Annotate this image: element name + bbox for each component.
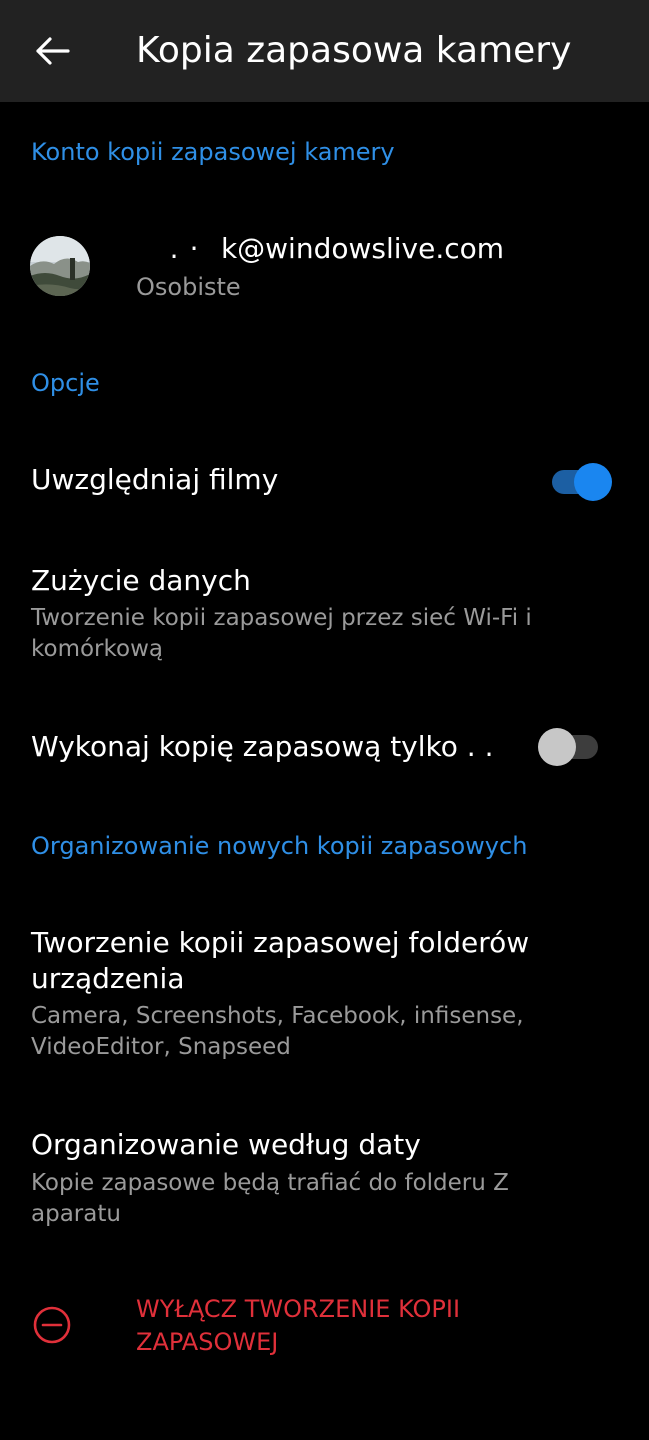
avatar	[30, 236, 90, 296]
section-header-options: Opcje	[31, 369, 100, 397]
account-row[interactable]: . · k@windowslive.com Osobiste	[0, 210, 649, 320]
include-videos-row[interactable]: Uwzględniaj filmy	[0, 440, 649, 524]
app-bar: Kopia zapasowa kamery	[0, 0, 649, 102]
section-header-account: Konto kopii zapasowej kamery	[31, 138, 395, 166]
section-header-organize: Organizowanie nowych kopii zapasowych	[31, 832, 528, 860]
organize-by-date-value: Kopie zapasowe będą trafiać do folderu Z…	[31, 1170, 509, 1227]
device-folders-label: Tworzenie kopii zapasowej folderów urząd…	[31, 926, 530, 995]
account-email: . · k@windowslive.com	[136, 232, 505, 265]
minus-circle-icon	[33, 1306, 71, 1344]
back-button[interactable]	[22, 21, 82, 81]
data-usage-value: Tworzenie kopii zapasowej przez sieć Wi-…	[31, 605, 532, 662]
device-folders-value: Camera, Screenshots, Facebook, infisense…	[31, 1003, 524, 1060]
include-videos-toggle[interactable]	[552, 463, 612, 501]
disable-backup-label: WYŁĄCZ TWORZENIE KOPII ZAPASOWEJ	[136, 1295, 461, 1356]
data-usage-row[interactable]: Zużycie danych Tworzenie kopii zapasowej…	[0, 545, 649, 675]
account-type: Osobiste	[136, 273, 241, 301]
device-folders-row[interactable]: Tworzenie kopii zapasowej folderów urząd…	[0, 905, 649, 1075]
disable-backup-button[interactable]: WYŁĄCZ TWORZENIE KOPII ZAPASOWEJ	[0, 1280, 649, 1370]
toggle-knob	[538, 728, 576, 766]
data-usage-label: Zużycie danych	[31, 564, 251, 597]
arrow-left-icon	[36, 37, 70, 65]
organize-by-date-row[interactable]: Organizowanie według daty Kopie zapasowe…	[0, 1105, 649, 1240]
organize-by-date-label: Organizowanie według daty	[31, 1128, 421, 1161]
page-title: Kopia zapasowa kamery	[136, 30, 572, 71]
include-videos-label: Uwzględniaj filmy	[31, 463, 279, 496]
toggle-knob	[574, 463, 612, 501]
backup-only-row[interactable]: Wykonaj kopię zapasową tylko . .	[0, 705, 649, 789]
backup-only-toggle[interactable]	[538, 728, 598, 766]
backup-only-label: Wykonaj kopię zapasową tylko . .	[31, 730, 494, 763]
